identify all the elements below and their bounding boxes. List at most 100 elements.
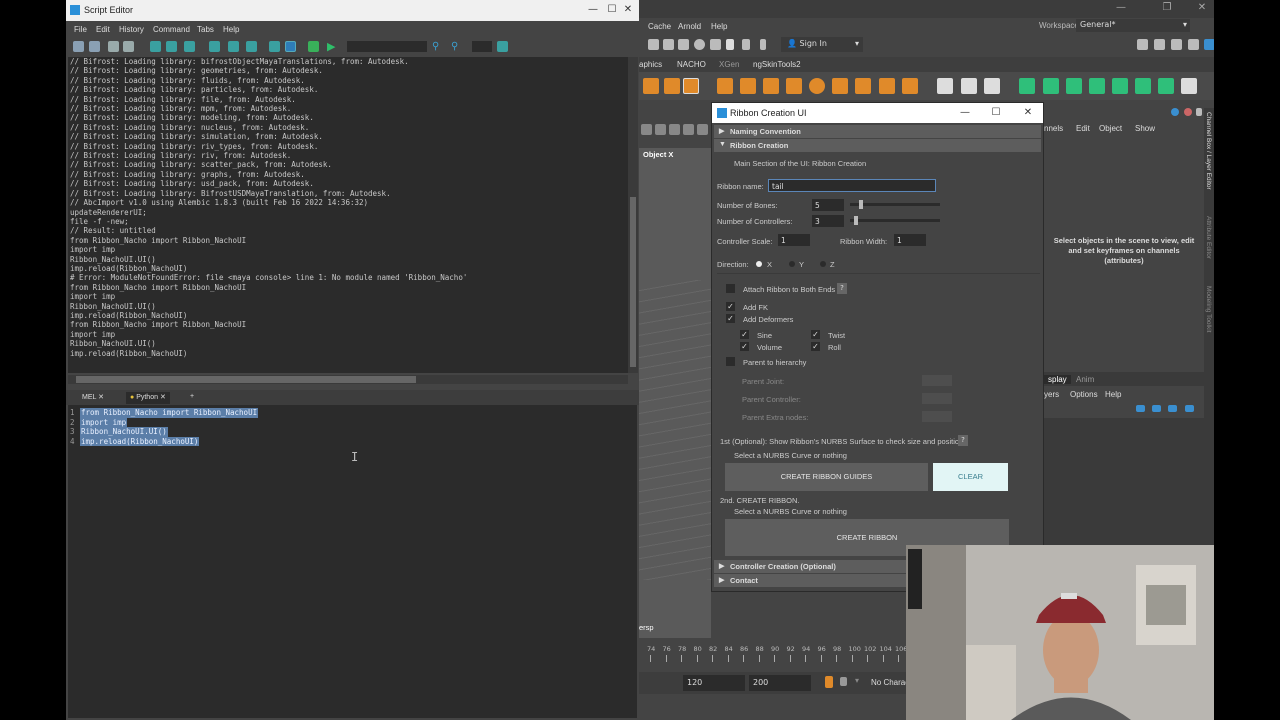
code-line[interactable]: Ribbon_NachoUI.UI()	[80, 427, 168, 437]
search-icon[interactable]: ⚲	[432, 41, 443, 52]
help-button[interactable]: ?	[958, 435, 968, 446]
history-vertical-scrollbar[interactable]	[628, 57, 638, 373]
show-both-icon[interactable]	[285, 41, 296, 52]
range-end-field[interactable]: 120	[683, 675, 745, 691]
parent-joint-button[interactable]	[922, 375, 952, 386]
roll-checkbox[interactable]: ✓	[811, 342, 820, 351]
minimize-icon[interactable]: —	[586, 3, 600, 17]
shelf-tool-icon[interactable]	[832, 78, 848, 94]
chevron-down-icon[interactable]: ▾	[855, 676, 859, 685]
render-settings-icon[interactable]	[678, 39, 689, 50]
parent-controller-button[interactable]	[922, 393, 952, 404]
menu-edit[interactable]: Edit	[96, 25, 110, 34]
section-naming-convention[interactable]: ▶ Naming Convention	[714, 125, 1041, 138]
panel-icon[interactable]	[1184, 108, 1192, 116]
shelf-tool-icon[interactable]	[643, 78, 659, 94]
modeling-toolkit-icon[interactable]	[1137, 39, 1148, 50]
arnold-icon[interactable]	[726, 39, 734, 50]
scroll-thumb[interactable]	[76, 376, 416, 383]
controllers-slider[interactable]	[850, 216, 940, 225]
execute-all-icon[interactable]: ▶	[327, 41, 338, 52]
minimize-icon[interactable]: —	[958, 106, 972, 120]
channel-menu-show[interactable]: Show	[1135, 124, 1155, 133]
direction-z-radio[interactable]	[820, 261, 826, 267]
add-deformers-checkbox[interactable]: ✓	[726, 314, 735, 323]
clear-input-icon[interactable]	[209, 41, 220, 52]
auto-key-icon[interactable]	[825, 676, 833, 688]
create-ribbon-guides-button[interactable]: CREATE RIBBON GUIDES	[725, 463, 928, 491]
shelf-tool-icon[interactable]	[683, 78, 699, 94]
minimize-icon[interactable]: —	[1114, 1, 1128, 15]
shelf-tool-icon[interactable]	[1181, 78, 1197, 94]
workspace-dropdown[interactable]: General* ▾	[1076, 19, 1190, 32]
layer-menu-layers[interactable]: yers	[1044, 390, 1059, 399]
scroll-thumb[interactable]	[630, 197, 636, 367]
tab-mel[interactable]: MEL ✕	[78, 392, 108, 404]
range-slider[interactable]: 120 200 ▾ No Charact	[639, 672, 919, 694]
shelf-tool-icon[interactable]	[961, 78, 977, 94]
layer-menu-options[interactable]: Options	[1070, 390, 1098, 399]
code-line[interactable]: imp.reload(Ribbon_NachoUI)	[80, 436, 200, 447]
shelf-tab-xgen[interactable]: XGen	[719, 60, 739, 69]
close-icon[interactable]: ✕	[1021, 106, 1035, 120]
shelf-tool-icon[interactable]	[1135, 78, 1151, 94]
shelf-tool-icon[interactable]	[984, 78, 1000, 94]
render-icon[interactable]	[648, 39, 659, 50]
show-input-icon[interactable]	[269, 41, 280, 52]
channel-box-icon[interactable]	[1188, 39, 1199, 50]
add-tab-button[interactable]: +	[186, 392, 198, 404]
shelf-tool-icon[interactable]	[1066, 78, 1082, 94]
tool-settings-icon[interactable]	[1171, 39, 1182, 50]
controller-scale-input[interactable]: 1	[778, 234, 810, 246]
menu-help[interactable]: Help	[711, 22, 727, 31]
close-icon[interactable]: ✕	[621, 3, 635, 17]
menu-command[interactable]: Command	[153, 25, 190, 34]
help-button[interactable]: ?	[837, 283, 847, 294]
menu-tabs[interactable]: Tabs	[197, 25, 214, 34]
clear-button[interactable]: CLEAR	[933, 463, 1008, 491]
volume-checkbox[interactable]: ✓	[740, 342, 749, 351]
key-options-icon[interactable]	[840, 677, 847, 686]
maximize-icon[interactable]: ☐	[605, 3, 619, 17]
stop-icon[interactable]	[760, 39, 766, 50]
twist-checkbox[interactable]: ✓	[811, 330, 820, 339]
search-next-icon[interactable]: ⚲	[451, 41, 462, 52]
parent-hierarchy-checkbox[interactable]	[726, 357, 735, 366]
ipr-icon[interactable]	[663, 39, 674, 50]
goto-line-field[interactable]	[472, 41, 492, 52]
shelf-tool-icon[interactable]	[902, 78, 918, 94]
menu-history[interactable]: History	[119, 25, 144, 34]
panel-tool-icon[interactable]	[697, 124, 708, 135]
render-view-icon[interactable]	[710, 39, 721, 50]
layer-move-icon[interactable]	[1136, 405, 1145, 412]
channel-menu-edit[interactable]: Edit	[1076, 124, 1090, 133]
search-field[interactable]	[347, 41, 427, 52]
panel-tool-icon[interactable]	[641, 124, 652, 135]
tab-display[interactable]: splay	[1044, 375, 1071, 384]
attribute-editor-icon[interactable]	[1154, 39, 1165, 50]
menu-help[interactable]: Help	[223, 25, 239, 34]
bones-input[interactable]: 5	[812, 199, 844, 211]
panel-tool-icon[interactable]	[655, 124, 666, 135]
time-slider[interactable]: 74 76 78 80 82 84 86 88 90 92 94 96 98 100 102 104 106	[639, 640, 919, 668]
open-script-icon[interactable]	[73, 41, 84, 52]
save-to-shelf-icon[interactable]	[123, 41, 134, 52]
ribbon-width-input[interactable]: 1	[894, 234, 926, 246]
channel-menu-channels[interactable]: nnels	[1044, 124, 1063, 133]
shelf-tab-ngskintools[interactable]: ngSkinTools2	[753, 60, 801, 69]
attach-both-ends-checkbox[interactable]	[726, 284, 735, 293]
sign-in-button[interactable]: 👤 Sign In ▾	[781, 37, 863, 52]
maximize-icon[interactable]: ❐	[1160, 1, 1174, 15]
history-output-panel[interactable]: // Bifrost: Loading library: bifrostObje…	[68, 57, 628, 373]
parent-extra-button[interactable]	[922, 411, 952, 422]
clear-all-icon[interactable]	[228, 41, 239, 52]
slider-handle[interactable]	[854, 216, 859, 225]
tab-python[interactable]: ● Python ✕	[126, 392, 170, 404]
section-ribbon-creation[interactable]: ▼ Ribbon Creation	[714, 139, 1041, 152]
shelf-tab-nacho[interactable]: NACHO	[677, 60, 706, 69]
slider-handle[interactable]	[858, 200, 863, 209]
shelf-tool-icon[interactable]	[763, 78, 779, 94]
script-input-panel[interactable]: 1 from Ribbon_Nacho import Ribbon_NachoU…	[68, 405, 637, 718]
shelf-tool-icon[interactable]	[1019, 78, 1035, 94]
clear-history-icon[interactable]	[184, 41, 195, 52]
